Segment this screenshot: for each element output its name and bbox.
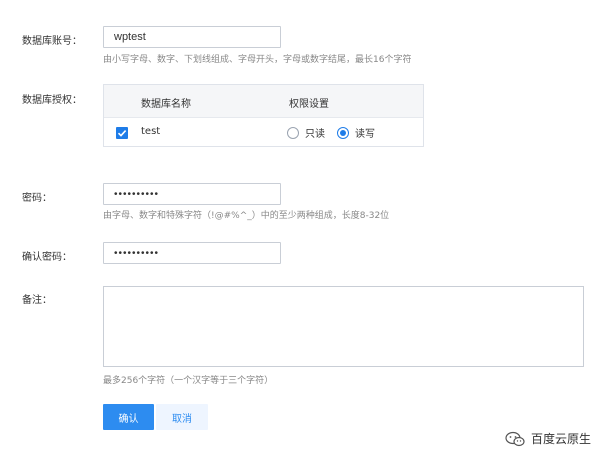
watermark-text: 百度云原生 <box>530 432 591 446</box>
wechat-icon <box>505 431 525 446</box>
column-db-name: 数据库名称 <box>141 99 191 110</box>
password-hint: 由字母、数字和特殊字符（!@#%^_）中的至少两种组成，长度8-32位 <box>103 211 390 221</box>
cancel-button[interactable]: 取消 <box>156 404 208 430</box>
table-row: test 只读 读写 <box>104 118 423 147</box>
account-label: 数据库账号： <box>22 36 82 47</box>
confirm-password-input[interactable]: •••••••••• <box>103 242 281 264</box>
radio-readwrite[interactable]: 读写 <box>337 125 375 140</box>
watermark: 百度云原生 <box>505 430 591 447</box>
note-hint: 最多256个字符（一个汉字等于三个字符） <box>103 376 274 386</box>
db-name: test <box>141 126 161 137</box>
permission-table-header: 数据库名称 权限设置 <box>104 85 423 118</box>
password-input[interactable]: •••••••••• <box>103 183 281 205</box>
radio-readonly[interactable]: 只读 <box>287 125 325 140</box>
column-permission: 权限设置 <box>289 99 329 110</box>
permission-table: 数据库名称 权限设置 test 只读 读写 <box>103 84 424 147</box>
checkmark-icon <box>117 130 127 137</box>
radio-readwrite-circle[interactable] <box>337 126 349 139</box>
note-textarea[interactable] <box>103 286 584 367</box>
password-label: 密码： <box>22 193 52 204</box>
authorization-label: 数据库授权： <box>22 95 82 106</box>
note-label: 备注： <box>22 295 52 306</box>
account-input[interactable]: wptest <box>103 26 281 48</box>
confirm-password-label: 确认密码： <box>22 252 72 263</box>
confirm-button[interactable]: 确认 <box>103 404 154 430</box>
radio-readonly-label: 只读 <box>305 129 325 140</box>
create-db-account-form: 数据库账号： wptest 由小写字母、数字、下划线组成、字母开头，字母或数字结… <box>0 0 605 469</box>
radio-readwrite-label: 读写 <box>355 129 375 140</box>
db-select-checkbox[interactable] <box>116 127 128 139</box>
account-hint: 由小写字母、数字、下划线组成、字母开头，字母或数字结尾，最长16个字符 <box>103 55 412 65</box>
radio-readonly-circle[interactable] <box>287 126 299 139</box>
